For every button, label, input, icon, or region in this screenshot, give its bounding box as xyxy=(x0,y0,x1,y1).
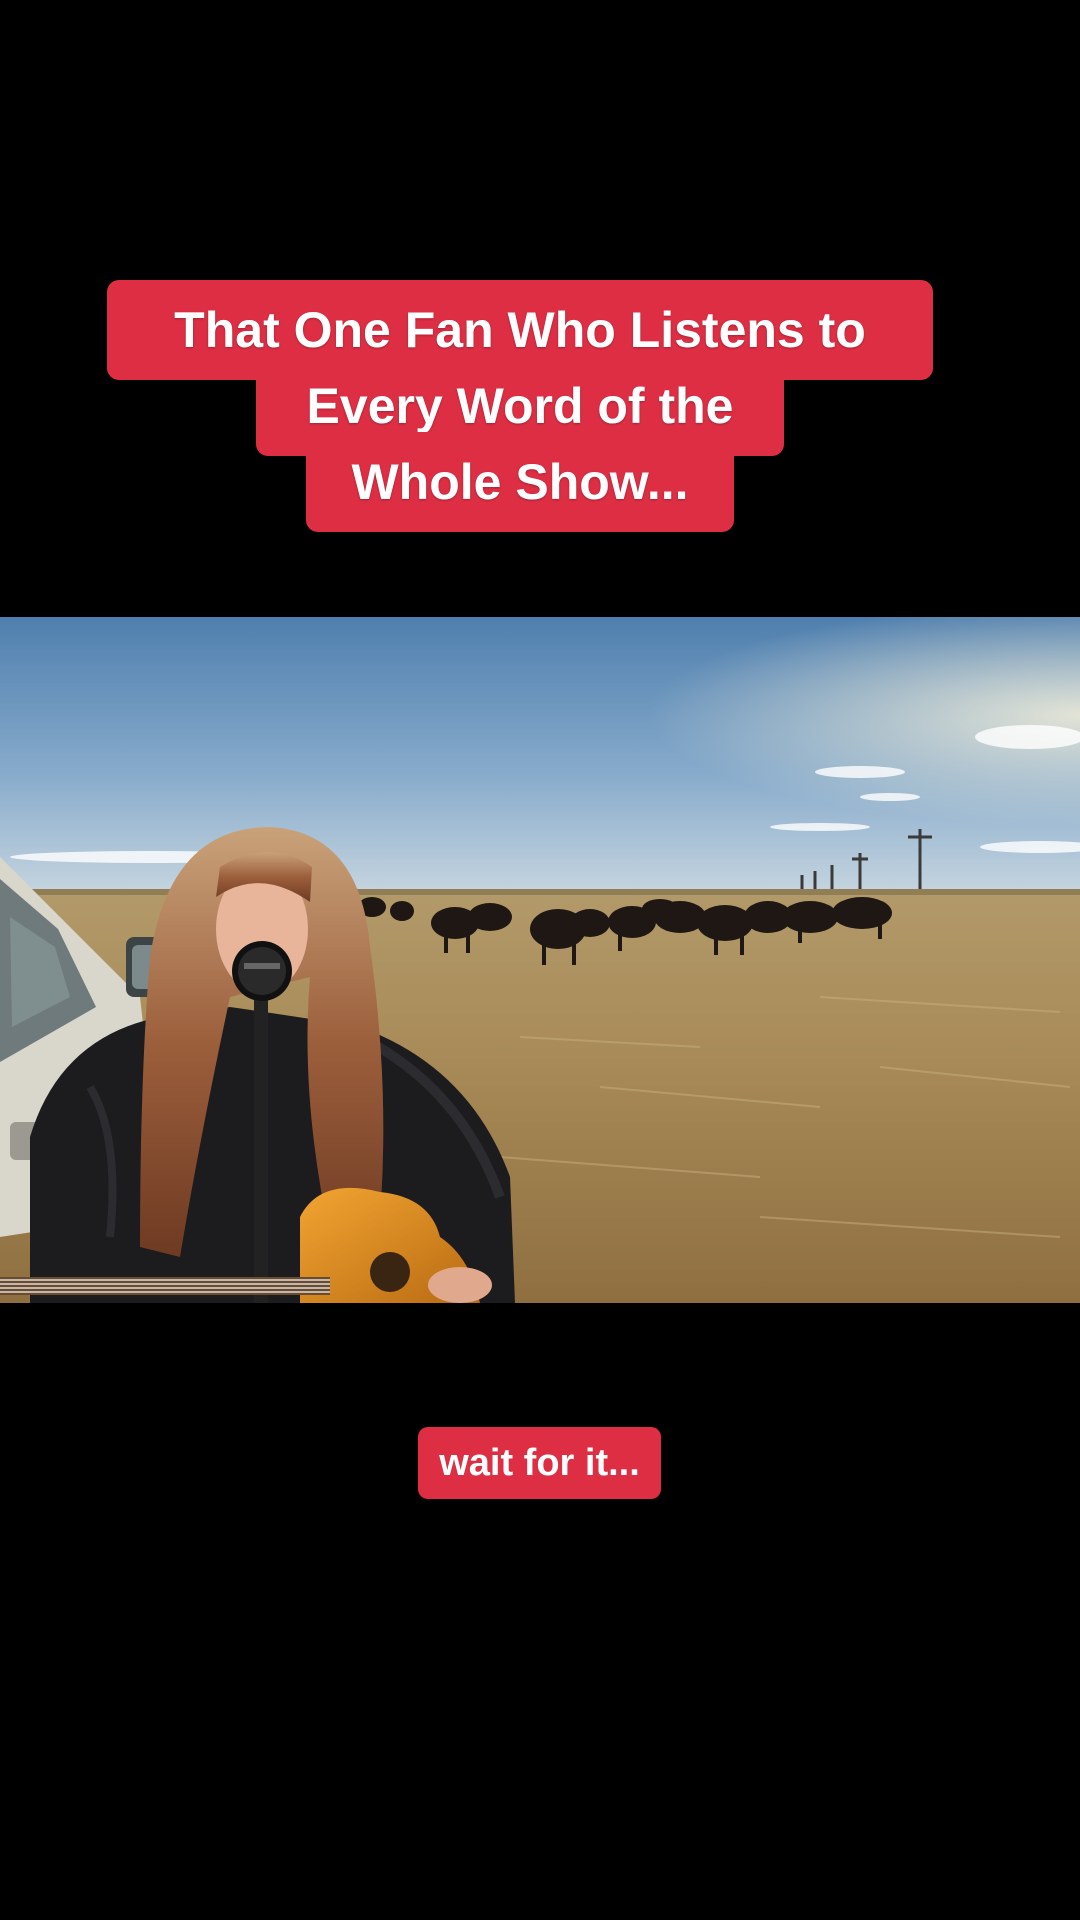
bottom-caption: wait for it... xyxy=(418,1427,661,1499)
video-frame[interactable] xyxy=(0,617,1080,1303)
screen: That One Fan Who Listens to Every Word o… xyxy=(0,0,1080,1920)
title-caption-line-3: Whole Show... xyxy=(306,432,734,532)
